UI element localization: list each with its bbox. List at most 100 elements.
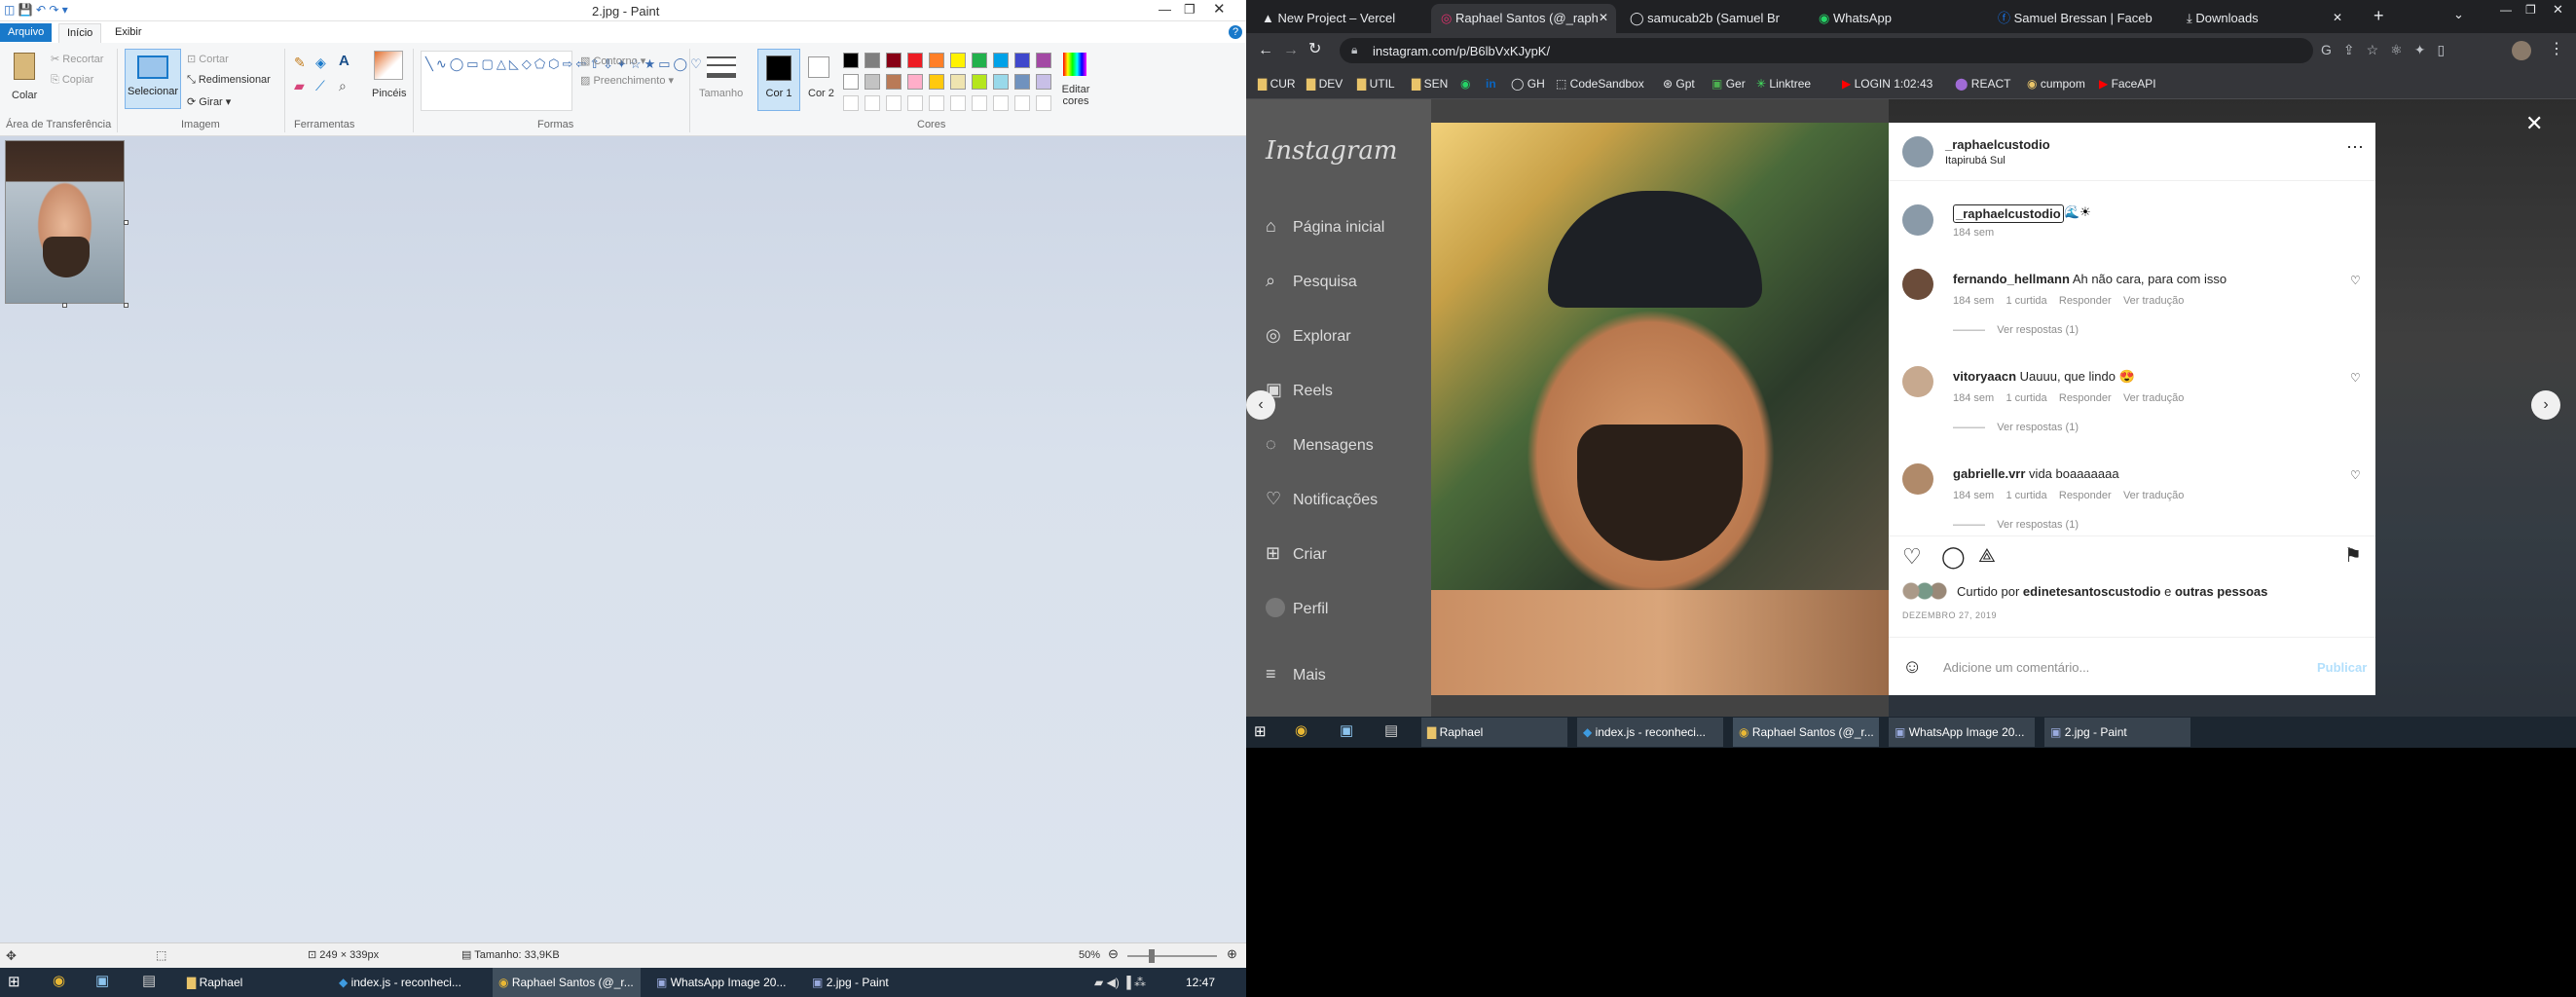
bookmark-login-video[interactable]: ▶ LOGIN 1:02:43 [1842,77,1932,91]
window-close-button[interactable]: ✕ [2553,3,2563,16]
commenter-username[interactable]: gabrielle.vrr [1953,466,2025,481]
nav-create[interactable]: ⊞ Criar [1266,543,1327,564]
color-swatch[interactable] [865,53,880,68]
fill-button[interactable]: ▨ Preenchimento ▾ [580,74,674,87]
network-app-icon[interactable]: ▣ [95,974,109,988]
color-swatch[interactable] [843,74,859,90]
tab-vercel[interactable]: ▲ New Project – Vercel [1252,4,1427,33]
magnifier-icon[interactable]: ⌕ [339,78,347,94]
empty-color-swatch[interactable] [950,95,966,111]
bookmark-cumpom[interactable]: ◉ cumpom [2027,77,2085,91]
taskbar-item-paint[interactable]: ▣ 2.jpg - Paint [2044,718,2190,747]
text-icon[interactable]: A [339,53,350,69]
empty-color-swatch[interactable] [886,95,902,111]
color-swatch[interactable] [950,74,966,90]
paste-icon[interactable] [14,53,35,80]
tab-view[interactable]: Exibir [115,27,142,38]
like-icon[interactable]: ♡ [1902,546,1922,568]
next-post-button[interactable]: › [2531,390,2560,420]
color-swatch[interactable] [1036,74,1051,90]
tab-file[interactable]: Arquivo [0,23,53,42]
nav-reels[interactable]: ▣ Reels [1266,380,1333,400]
add-comment-input[interactable]: Adicione um comentário... [1943,661,2089,674]
instagram-logo[interactable]: Instagram [1266,138,1398,164]
chrome-icon[interactable]: ◉ [53,974,65,988]
reply-button[interactable]: Responder [2059,295,2112,307]
color-swatch[interactable] [972,74,987,90]
color-swatch[interactable] [950,53,966,68]
eraser-icon[interactable]: ▰ [294,78,305,94]
size-icon[interactable] [707,56,736,78]
empty-color-swatch[interactable] [993,95,1009,111]
zoom-slider[interactable] [1127,955,1217,957]
zoom-in-button[interactable]: ⊕ [1227,947,1237,960]
commenter-username[interactable]: fernando_hellmann [1953,272,2070,286]
start-icon[interactable]: ⊞ [8,975,20,989]
bookmark-gpt[interactable]: ⊛ Gpt [1663,77,1695,91]
color2-button[interactable]: Cor 2 [808,88,834,99]
publish-button[interactable]: Publicar [2317,661,2367,674]
close-button[interactable]: ✕ [1213,2,1226,17]
resize-handle[interactable] [124,303,129,308]
crop-button[interactable]: ⊡ Cortar [187,53,229,65]
zoom-slider-thumb[interactable] [1149,949,1155,963]
color-swatch[interactable] [972,53,987,68]
cut-button[interactable]: ✂ Recortar [51,53,103,65]
comment-like-icon[interactable]: ♡ [2350,469,2361,481]
nav-profile[interactable]: Perfil [1266,598,1328,618]
empty-color-swatch[interactable] [843,95,859,111]
empty-color-swatch[interactable] [1014,95,1030,111]
commenter-avatar[interactable] [1902,269,1933,300]
empty-color-swatch[interactable] [1036,95,1051,111]
empty-color-swatch[interactable] [972,95,987,111]
explorer-app-icon[interactable]: ▤ [142,974,156,988]
translate-button[interactable]: Ver tradução [2123,490,2184,501]
close-tab-icon[interactable]: ✕ [2333,12,2342,23]
select-button[interactable]: Selecionar [125,49,181,109]
color-swatch[interactable] [865,74,880,90]
bookmark-ger[interactable]: ▣ Ger [1711,77,1746,91]
other-likers-link[interactable]: outras pessoas [2175,584,2267,599]
new-tab-button[interactable]: + [2374,7,2384,24]
color2-swatch[interactable] [808,56,829,78]
save-icon[interactable]: ⚑ [2344,546,2362,566]
taskbar-item-vscode[interactable]: ◆ index.js - reconheci... [333,968,481,997]
reload-icon[interactable]: ↻ [1308,42,1321,57]
color-swatch[interactable] [843,53,859,68]
brushes-button[interactable]: Pincéis [372,88,406,99]
color-swatch[interactable] [907,53,923,68]
tab-whatsapp[interactable]: ◉ WhatsApp [1809,4,1984,33]
canvas-image[interactable] [5,140,125,304]
help-icon[interactable]: ? [1229,25,1242,39]
reply-button[interactable]: Responder [2059,392,2112,404]
liker-avatars[interactable] [1902,582,1947,600]
color-swatch[interactable] [1036,53,1051,68]
comment-likes[interactable]: 1 curtida [2006,490,2046,501]
taskbar-item-paint[interactable]: ▣ 2.jpg - Paint [806,968,954,997]
profile-avatar[interactable] [2512,41,2531,60]
resize-button[interactable]: ⤡ Redimensionar [187,74,271,87]
color-swatch[interactable] [886,74,902,90]
taskbar-item-whatsapp-image[interactable]: ▣ WhatsApp Image 20... [1889,718,2035,747]
bookmark-sen[interactable]: ▇ SEN [1412,77,1448,91]
forward-icon[interactable]: → [1283,43,1299,58]
color-swatch[interactable] [1014,53,1030,68]
start-icon[interactable]: ⊞ [1254,724,1267,739]
explorer-app-icon[interactable]: ▤ [1384,723,1398,738]
commenter-avatar[interactable] [1902,366,1933,397]
bookmark-dev[interactable]: ▇ DEV [1306,77,1343,91]
edit-colors-icon[interactable] [1063,53,1086,76]
commenter-avatar[interactable] [1902,463,1933,495]
view-replies-button[interactable]: ——— Ver respostas (1) [1953,520,2079,531]
view-replies-button[interactable]: ——— Ver respostas (1) [1953,325,2079,336]
empty-color-swatch[interactable] [907,95,923,111]
resize-handle[interactable] [124,220,129,225]
post-photo[interactable] [1431,123,1889,695]
tab-search-button[interactable]: ⌄ [2453,8,2464,20]
bookmark-whatsapp-icon[interactable]: ◉ [1460,77,1470,91]
color-swatch[interactable] [993,74,1009,90]
nav-notifications[interactable]: ♡ Notificações [1266,489,1378,509]
paste-button[interactable]: Colar [12,90,37,101]
tab-instagram[interactable]: ◎ Raphael Santos (@_raph ✕ [1431,4,1616,33]
taskbar-item-folder[interactable]: ▇ Raphael [1421,718,1567,747]
